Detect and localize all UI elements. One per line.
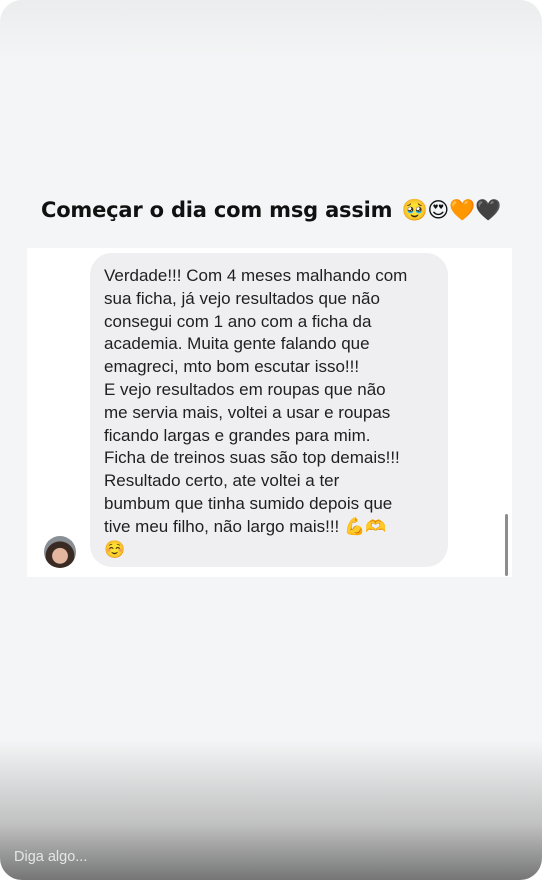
top-gradient — [0, 0, 542, 60]
reply-input[interactable]: Diga algo... — [14, 845, 528, 869]
scrollbar[interactable] — [505, 514, 508, 576]
story-caption: Começar o dia com msg assim 🥹😍🧡🖤 — [0, 198, 542, 223]
caption-emojis: 🥹😍🧡🖤 — [401, 198, 501, 222]
avatar — [44, 536, 76, 568]
message-bubble: Verdade!!! Com 4 meses malhando com sua … — [90, 253, 448, 567]
story-viewer: Começar o dia com msg assim 🥹😍🧡🖤 Verdade… — [0, 0, 542, 880]
message-text: Verdade!!! Com 4 meses malhando com sua … — [104, 266, 408, 559]
message-screenshot: Verdade!!! Com 4 meses malhando com sua … — [27, 248, 512, 577]
caption-text: Começar o dia com msg assim — [40, 198, 393, 222]
